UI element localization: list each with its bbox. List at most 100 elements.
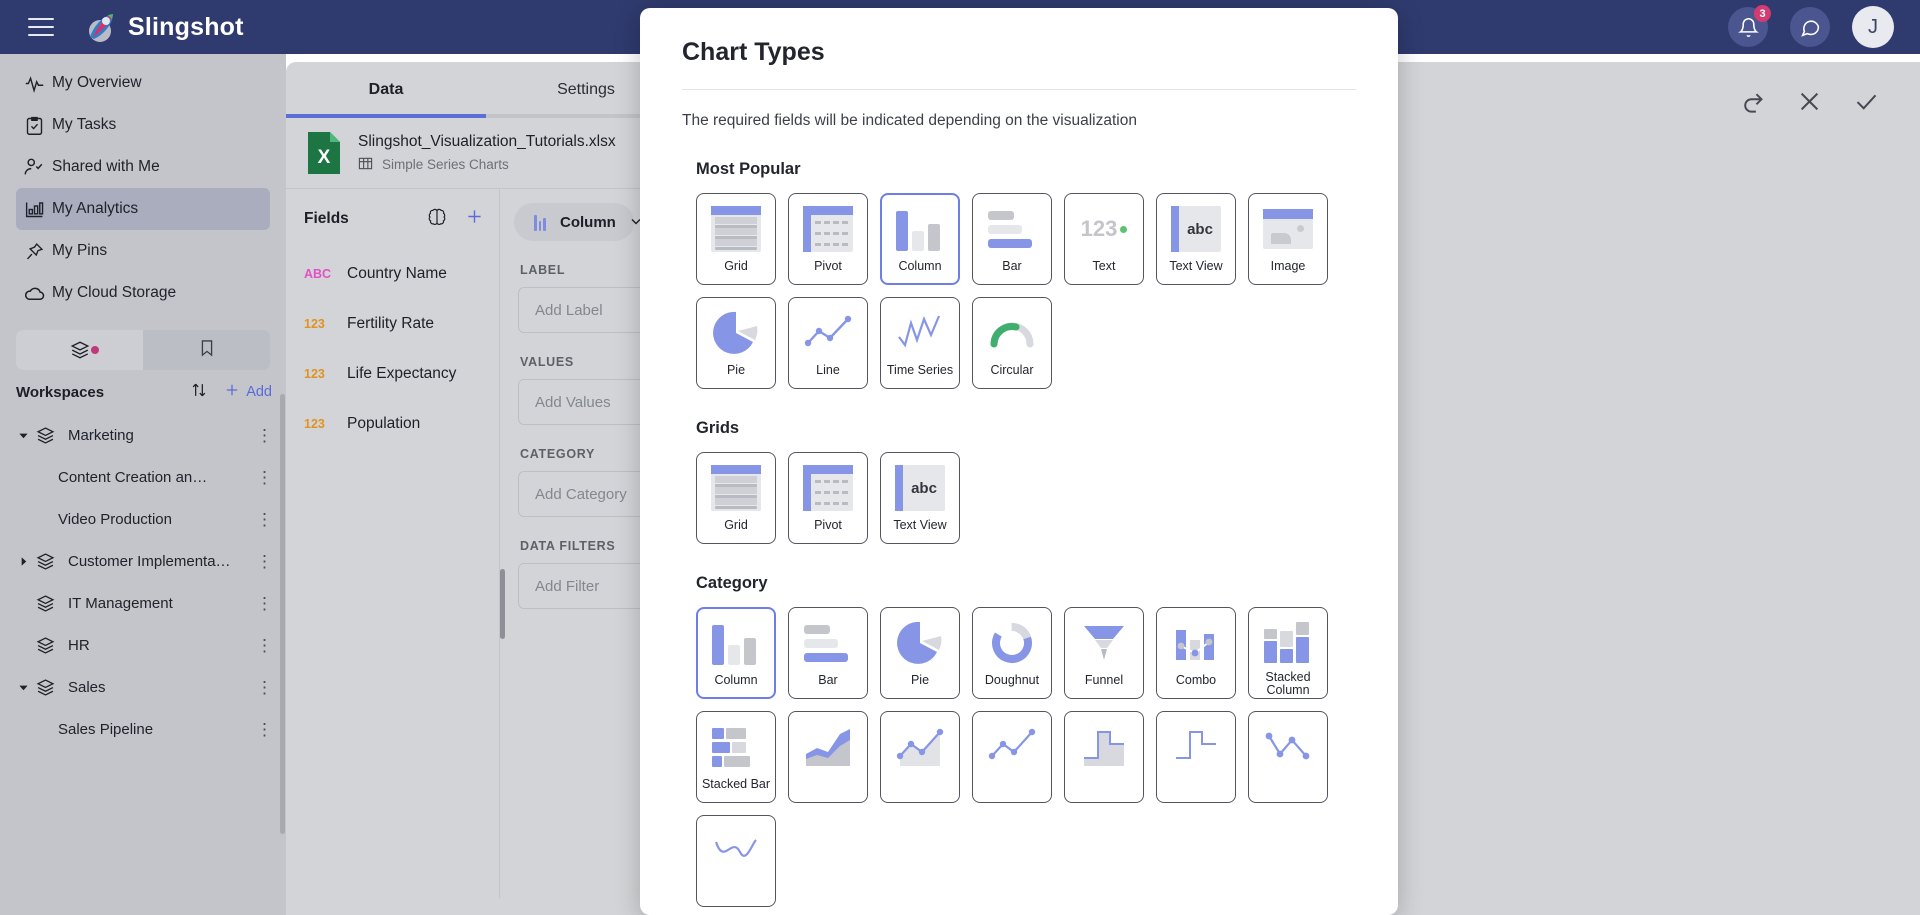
chart-tile-pivot[interactable]: Pivot bbox=[788, 193, 868, 285]
sidebar-item-my-analytics[interactable]: My Analytics bbox=[16, 188, 270, 230]
workspace-menu-icon[interactable]: ⋮ bbox=[256, 553, 274, 570]
workspace-row-customer-implementation[interactable]: Customer Implementa… ⋮ bbox=[0, 540, 286, 582]
chart-tile-category-column[interactable]: Column bbox=[696, 607, 776, 699]
chart-tile-combo[interactable]: Combo bbox=[1156, 607, 1236, 699]
sidebar-item-shared-with-me[interactable]: Shared with Me bbox=[16, 146, 270, 188]
workspace-row-video-production[interactable]: Video Production ⋮ bbox=[0, 498, 286, 540]
add-field-button[interactable] bbox=[464, 206, 485, 232]
doughnut-chart-icon bbox=[984, 618, 1040, 668]
workspace-label: Customer Implementa… bbox=[68, 552, 231, 570]
sidebar-item-my-cloud-storage[interactable]: My Cloud Storage bbox=[16, 272, 270, 314]
point-line-chart-icon bbox=[1260, 722, 1316, 772]
layers-icon bbox=[32, 593, 58, 614]
tab-workspaces[interactable] bbox=[16, 330, 143, 370]
svg-text:X: X bbox=[318, 147, 331, 168]
sidebar-item-my-tasks[interactable]: My Tasks bbox=[16, 104, 270, 146]
chart-tile-line[interactable]: Line bbox=[788, 297, 868, 389]
fields-pane: Fields ABC Country Name 123 Fertility Ra… bbox=[286, 189, 500, 898]
workspace-menu-icon[interactable]: ⋮ bbox=[256, 721, 274, 738]
chart-tile-stacked-bar[interactable]: Stacked Bar bbox=[696, 711, 776, 803]
add-workspace-button[interactable]: Add bbox=[223, 381, 272, 404]
workspace-menu-icon[interactable]: ⋮ bbox=[256, 679, 274, 696]
field-item-population[interactable]: 123 Population bbox=[286, 399, 499, 449]
top-bar-actions: 3 J bbox=[1728, 5, 1894, 48]
chart-tile-point-line[interactable] bbox=[1248, 711, 1328, 803]
circular-gauge-icon bbox=[984, 308, 1040, 358]
chart-tile-pie[interactable]: Pie bbox=[696, 297, 776, 389]
sidebar-item-my-overview[interactable]: My Overview bbox=[16, 62, 270, 104]
workspace-menu-icon[interactable]: ⋮ bbox=[256, 595, 274, 612]
chart-tile-smooth-line[interactable] bbox=[696, 815, 776, 907]
pivot-chart-icon bbox=[800, 463, 856, 513]
tile-label: Bar bbox=[818, 673, 838, 687]
field-item-fertility-rate[interactable]: 123 Fertility Rate bbox=[286, 299, 499, 349]
column-chart-icon bbox=[534, 213, 547, 231]
field-label: Life Expectancy bbox=[347, 365, 457, 382]
workspace-row-sales[interactable]: Sales ⋮ bbox=[0, 666, 286, 708]
chart-tile-text-view-2[interactable]: abc Text View bbox=[880, 452, 960, 544]
chart-tile-time-series[interactable]: Time Series bbox=[880, 297, 960, 389]
redo-icon[interactable] bbox=[1739, 88, 1766, 120]
tile-label: Pie bbox=[910, 673, 930, 687]
workspace-menu-icon[interactable]: ⋮ bbox=[256, 469, 274, 486]
workspace-row-it-management[interactable]: IT Management ⋮ bbox=[0, 582, 286, 624]
chart-tile-circular[interactable]: Circular bbox=[972, 297, 1052, 389]
chart-tile-text-view[interactable]: abc Text View bbox=[1156, 193, 1236, 285]
workspace-row-hr[interactable]: HR ⋮ bbox=[0, 624, 286, 666]
chart-tile-category-pie[interactable]: Pie bbox=[880, 607, 960, 699]
user-avatar[interactable]: J bbox=[1852, 6, 1894, 48]
messages-button[interactable] bbox=[1790, 7, 1830, 47]
chart-tile-bar[interactable]: Bar bbox=[972, 193, 1052, 285]
tile-label: Combo bbox=[1175, 673, 1217, 687]
sort-arrows-icon[interactable] bbox=[189, 380, 209, 405]
chart-tile-grid[interactable]: Grid bbox=[696, 193, 776, 285]
sidebar-scrollbar[interactable] bbox=[280, 394, 285, 834]
sidebar-item-label: My Pins bbox=[52, 242, 108, 259]
chart-tile-step[interactable] bbox=[1156, 711, 1236, 803]
workspace-row-content-creation[interactable]: Content Creation an… ⋮ bbox=[0, 456, 286, 498]
zones-scrollbar[interactable] bbox=[500, 569, 505, 639]
workspace-row-sales-pipeline[interactable]: Sales Pipeline ⋮ bbox=[0, 708, 286, 750]
chart-type-selector[interactable]: Column bbox=[514, 203, 641, 241]
chart-tile-stacked-column[interactable]: Stacked Column bbox=[1248, 607, 1328, 699]
chevron-down-icon[interactable] bbox=[14, 430, 32, 441]
fields-title: Fields bbox=[304, 210, 349, 227]
field-item-life-expectancy[interactable]: 123 Life Expectancy bbox=[286, 349, 499, 399]
chart-tile-scatter-line[interactable] bbox=[972, 711, 1052, 803]
pie-chart-icon bbox=[892, 618, 948, 668]
chart-tile-funnel[interactable]: Funnel bbox=[1064, 607, 1144, 699]
chevron-right-icon[interactable] bbox=[14, 556, 32, 567]
chart-tile-area[interactable] bbox=[788, 711, 868, 803]
tab-bookmarks[interactable] bbox=[143, 330, 270, 370]
tile-label: Column bbox=[898, 259, 942, 273]
chart-tile-image[interactable]: Image bbox=[1248, 193, 1328, 285]
chart-tile-doughnut[interactable]: Doughnut bbox=[972, 607, 1052, 699]
tab-data[interactable]: Data bbox=[286, 62, 486, 118]
chart-tile-line-marker[interactable] bbox=[880, 711, 960, 803]
chart-tile-pivot-2[interactable]: Pivot bbox=[788, 452, 868, 544]
chart-tile-step-filled[interactable] bbox=[1064, 711, 1144, 803]
chart-tile-text[interactable]: 123 Text bbox=[1064, 193, 1144, 285]
sidebar-item-my-pins[interactable]: My Pins bbox=[16, 230, 270, 272]
workspace-menu-icon[interactable]: ⋮ bbox=[256, 427, 274, 444]
section-title-grids: Grids bbox=[696, 419, 740, 437]
field-item-country-name[interactable]: ABC Country Name bbox=[286, 249, 499, 299]
brain-icon[interactable] bbox=[426, 206, 448, 233]
chart-tile-column[interactable]: Column bbox=[880, 193, 960, 285]
tile-label: Time Series bbox=[886, 363, 954, 377]
workspace-label: Sales Pipeline bbox=[58, 720, 154, 738]
close-icon[interactable] bbox=[1796, 88, 1823, 120]
editor-actions bbox=[1390, 62, 1920, 118]
workspace-row-marketing[interactable]: Marketing ⋮ bbox=[0, 414, 286, 456]
workspace-menu-icon[interactable]: ⋮ bbox=[256, 637, 274, 654]
bar-chart-icon bbox=[16, 199, 52, 220]
chart-tile-grid-2[interactable]: Grid bbox=[696, 452, 776, 544]
chevron-down-icon[interactable] bbox=[14, 682, 32, 693]
chart-tile-category-bar[interactable]: Bar bbox=[788, 607, 868, 699]
hamburger-icon[interactable] bbox=[28, 18, 54, 36]
workspace-label: Sales bbox=[68, 678, 106, 696]
notifications-button[interactable]: 3 bbox=[1728, 5, 1771, 47]
workspace-menu-icon[interactable]: ⋮ bbox=[256, 511, 274, 528]
check-icon[interactable] bbox=[1853, 88, 1880, 120]
tile-label: Doughnut bbox=[984, 673, 1040, 687]
